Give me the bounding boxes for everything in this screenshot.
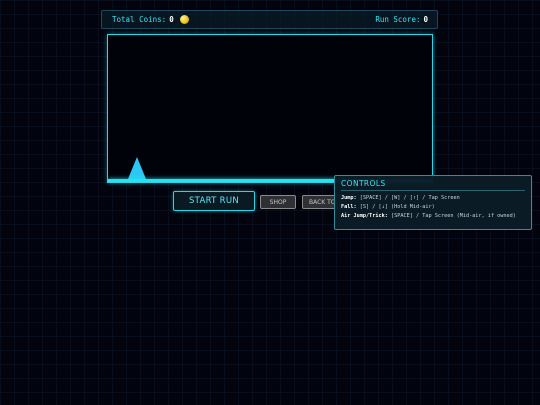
control-key-jump: Jump: [341,195,357,201]
controls-title: CONTROLS [341,179,525,191]
control-row-fall: Fall: [S] / [↓] (Hold Mid-air) [341,203,525,212]
total-coins-value: 0 [169,15,174,24]
run-score-stat: Run Score: 0 [375,15,428,24]
hud-bar: Total Coins: 0 Run Score: 0 [101,10,438,29]
control-value-jump: [SPACE] / [W] / [↑] / Tap Screen [359,195,460,201]
control-value-fall: [S] / [↓] (Hold Mid-air) [359,204,435,210]
control-value-air-jump: [SPACE] / Tap Screen (Mid-air, if owned) [390,213,516,219]
player-triangle [128,157,146,179]
total-coins-stat: Total Coins: 0 [112,15,189,24]
shop-button[interactable]: SHOP [260,195,296,209]
control-key-air-jump: Air Jump/Trick: [341,213,388,219]
run-score-label: Run Score: [375,15,421,24]
total-coins-label: Total Coins: [112,15,167,24]
control-row-air-jump: Air Jump/Trick: [SPACE] / Tap Screen (Mi… [341,212,525,221]
controls-panel: CONTROLS Jump: [SPACE] / [W] / [↑] / Tap… [334,175,532,230]
run-score-value: 0 [423,15,428,24]
control-row-jump: Jump: [SPACE] / [W] / [↑] / Tap Screen [341,194,525,203]
start-run-button[interactable]: START RUN [173,191,255,211]
coin-icon [179,15,189,24]
control-key-fall: Fall: [341,204,357,210]
game-canvas[interactable] [107,34,433,183]
